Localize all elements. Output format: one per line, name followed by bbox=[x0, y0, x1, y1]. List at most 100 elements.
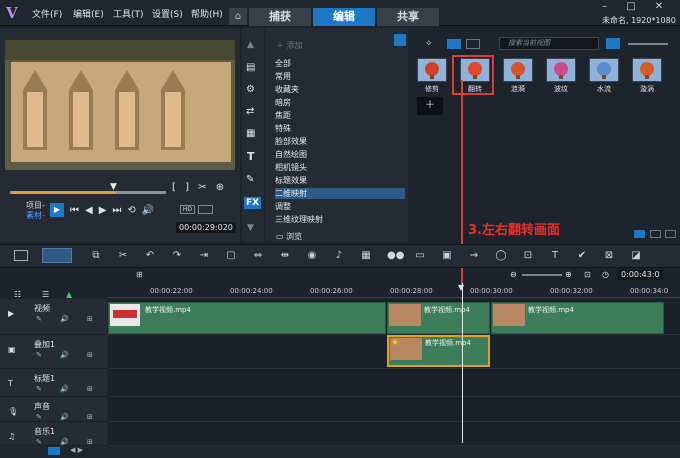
crop-icon[interactable]: ▢ bbox=[225, 250, 237, 262]
category-item[interactable]: 标题效果 bbox=[275, 175, 405, 186]
media-icon[interactable]: ▤ bbox=[246, 62, 255, 73]
scroll-left-icon[interactable] bbox=[48, 447, 60, 455]
track-transparency-icon[interactable]: ◯ bbox=[495, 250, 507, 262]
track-controls[interactable]: ✎ 🔊 ⊞ bbox=[36, 413, 101, 421]
redo-icon[interactable]: ↷ bbox=[171, 250, 183, 262]
tab-edit[interactable]: 编辑 bbox=[313, 8, 375, 26]
effect-thumb-4[interactable] bbox=[589, 58, 619, 82]
fx-icon[interactable]: FX bbox=[244, 197, 262, 209]
tab-share[interactable]: 共享 bbox=[377, 8, 439, 26]
transport-controls[interactable]: ⏮◀▶⏭⟲🔊 bbox=[70, 205, 160, 216]
zoom-out-icon[interactable]: ⊖ bbox=[510, 270, 517, 279]
playhead-marker-icon[interactable]: ▼ bbox=[458, 283, 464, 292]
track-controls[interactable]: ✎ 🔊 ⊞ bbox=[36, 438, 101, 446]
category-item[interactable]: 调整 bbox=[275, 201, 405, 212]
menu-file[interactable]: 文件(F) bbox=[32, 7, 62, 20]
menu-edit[interactable]: 编辑(E) bbox=[73, 7, 104, 20]
playhead-line[interactable] bbox=[462, 283, 463, 443]
cut-icon[interactable]: ✂ bbox=[117, 250, 129, 262]
hd-icon[interactable]: HD bbox=[180, 205, 195, 214]
split-screen-icon[interactable]: ◪ bbox=[630, 250, 642, 262]
timecode-display[interactable]: 00:00:29:020 bbox=[176, 222, 236, 233]
title-track[interactable] bbox=[108, 369, 680, 397]
title-icon[interactable]: T bbox=[247, 150, 255, 163]
mode-clip[interactable]: 素材- bbox=[26, 210, 45, 221]
record-icon[interactable]: ◉ bbox=[306, 250, 318, 262]
panel-option3-icon[interactable] bbox=[665, 230, 676, 238]
check-icon[interactable]: ✔ bbox=[576, 250, 588, 262]
nav-up-icon[interactable]: ▲ bbox=[247, 40, 254, 50]
motion-path-icon[interactable]: ⇝ bbox=[468, 250, 480, 262]
subtitle-icon[interactable]: ▦ bbox=[360, 250, 372, 262]
panel-option2-icon[interactable] bbox=[650, 230, 661, 238]
scroll-arrows-icon[interactable]: ◀ ▶ bbox=[70, 446, 83, 454]
track-controls[interactable]: ✎ 🔊 ⊞ bbox=[36, 385, 101, 393]
category-item[interactable]: 相机镜头 bbox=[275, 162, 405, 173]
category-item[interactable]: 常用 bbox=[275, 71, 405, 82]
video-clip-1[interactable]: 教学视频.mp4 bbox=[108, 302, 386, 334]
video-clip-2[interactable]: 教学视频.mp4 bbox=[387, 302, 490, 334]
play-button[interactable]: ▶ bbox=[50, 203, 64, 217]
filter-icon[interactable]: ✧ bbox=[425, 39, 433, 49]
add-button[interactable]: ＋ 添加 bbox=[276, 40, 303, 51]
stretch-icon[interactable]: ⇔ bbox=[252, 250, 264, 262]
motion-icon[interactable]: ✎ bbox=[246, 174, 254, 185]
nav-down-icon[interactable]: ▼ bbox=[247, 223, 254, 233]
playhead-handle-icon[interactable]: ▼ bbox=[110, 182, 117, 192]
frame-icon[interactable]: ▣ bbox=[441, 250, 453, 262]
track-controls[interactable]: ✎ 🔊 ⊞ bbox=[36, 351, 101, 359]
thumb-size-slider[interactable] bbox=[628, 43, 668, 45]
browse-button[interactable]: ▭ 浏览 bbox=[276, 231, 302, 242]
split-icon[interactable]: ⇥ bbox=[198, 250, 210, 262]
overlay-clip[interactable]: ★ 教学视频.mp4 bbox=[387, 335, 490, 367]
effect-thumb-5[interactable] bbox=[632, 58, 662, 82]
timeline-view-icon[interactable] bbox=[42, 248, 72, 263]
pan-icon[interactable]: ⇹ bbox=[279, 250, 291, 262]
category-item[interactable]: 脸部效果 bbox=[275, 136, 405, 147]
zoom-slider[interactable] bbox=[522, 274, 562, 276]
view-audio-icon[interactable] bbox=[466, 39, 480, 49]
storyboard-view-icon[interactable] bbox=[14, 250, 28, 261]
add-effect-button[interactable]: ＋ bbox=[417, 97, 443, 115]
category-item[interactable]: 全部 bbox=[275, 58, 405, 69]
title-icon[interactable]: ▭ bbox=[414, 250, 426, 262]
undo-icon[interactable]: ↶ bbox=[144, 250, 156, 262]
fit-icon[interactable]: ⊡ bbox=[522, 250, 534, 262]
category-item[interactable]: 特殊 bbox=[275, 123, 405, 134]
view-video-icon[interactable] bbox=[447, 39, 461, 49]
category-item[interactable]: 自然绘图 bbox=[275, 149, 405, 160]
fit-timeline-icon[interactable]: ⊡ bbox=[584, 270, 591, 279]
menu-help[interactable]: 帮助(H) bbox=[191, 7, 223, 20]
score-icon[interactable]: ⊠ bbox=[603, 250, 615, 262]
instant-project-icon[interactable]: ⚙ bbox=[246, 84, 255, 95]
home-icon[interactable]: ⌂ bbox=[229, 8, 247, 25]
audio-icon[interactable]: ♪ bbox=[333, 250, 345, 262]
category-item[interactable]: 焦距 bbox=[275, 110, 405, 121]
category-item[interactable]: 收藏夹 bbox=[275, 84, 405, 95]
chapter-icon[interactable]: ☰ bbox=[42, 290, 49, 299]
mask-icon[interactable]: ●● bbox=[387, 250, 404, 262]
menu-settings[interactable]: 设置(S) bbox=[152, 7, 183, 20]
zoom-time-display[interactable]: 0:00:43:0 bbox=[618, 269, 663, 280]
menu-tools[interactable]: 工具(T) bbox=[113, 7, 144, 20]
fit-icon[interactable]: ⊞ bbox=[136, 270, 143, 279]
window-controls[interactable]: – □ ✕ bbox=[602, 1, 671, 12]
category-item[interactable]: 二维映射 bbox=[275, 188, 405, 199]
track-manager-icon[interactable]: ☷ bbox=[14, 290, 21, 299]
voice-track[interactable] bbox=[108, 397, 680, 422]
text-3d-icon[interactable]: T bbox=[549, 250, 561, 262]
screen-size-icon[interactable] bbox=[198, 205, 213, 214]
effect-thumb-3[interactable] bbox=[546, 58, 576, 82]
transition-icon[interactable]: ⇄ bbox=[246, 106, 254, 117]
video-clip-3[interactable]: 教学视频.mp4 bbox=[491, 302, 664, 334]
track-controls[interactable]: ✎ 🔊 ⊞ bbox=[36, 315, 101, 323]
list-view-icon[interactable] bbox=[606, 38, 620, 49]
zoom-in-icon[interactable]: ⊕ bbox=[565, 270, 572, 279]
marker-icon[interactable]: ▲ bbox=[66, 290, 72, 299]
tab-capture[interactable]: 捕获 bbox=[249, 8, 311, 26]
trim-markers-icon[interactable]: [ ] ✂ ⊕ bbox=[172, 182, 227, 193]
category-item[interactable]: 暗房 bbox=[275, 97, 405, 108]
search-input[interactable]: 搜索当前视图 bbox=[499, 37, 599, 50]
music-track[interactable] bbox=[108, 422, 680, 446]
graphics-icon[interactable]: ▦ bbox=[246, 128, 255, 139]
